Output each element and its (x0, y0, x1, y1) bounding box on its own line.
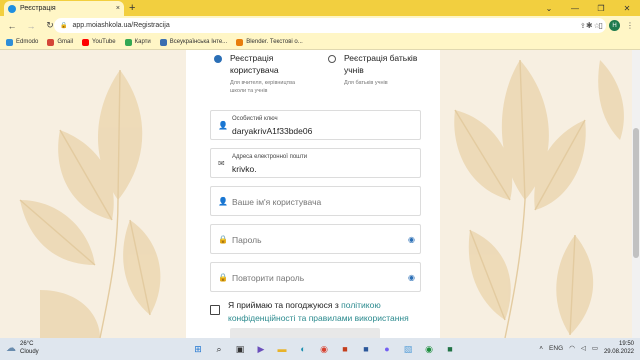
search-icon[interactable]: ⌕ (211, 341, 227, 357)
weather-condition: Cloudy (20, 349, 39, 355)
email-label: Адреса електронної пошти (232, 154, 308, 160)
lock-icon[interactable]: 🔒 (60, 22, 67, 29)
radio-user-label: Реєстрація користувача (230, 53, 279, 75)
excel-icon[interactable]: ■ (442, 341, 458, 357)
registration-form: Реєстрація користувача Для вчителя, кері… (186, 50, 440, 338)
email-value: krivko. (232, 164, 257, 174)
username-placeholder: Ваше ім'я користувача (232, 197, 322, 207)
viber-icon[interactable]: ● (379, 341, 395, 357)
radio-user-registration[interactable]: Реєстрація користувача Для вчителя, кері… (186, 52, 311, 100)
password-placeholder: Пароль (232, 235, 262, 245)
clock-time: 19:50 (618, 341, 634, 347)
password-repeat-input[interactable]: 🔒 Повторити пароль ◉ (210, 262, 421, 292)
bookmark-edmodo[interactable]: Edmodo (6, 38, 38, 46)
powerpoint-icon[interactable]: ■ (337, 341, 353, 357)
word-icon[interactable]: ■ (358, 341, 374, 357)
battery-icon[interactable]: ▭ (592, 344, 598, 352)
tab-search-icon[interactable]: ⌄ (536, 0, 562, 16)
chevron-up-icon[interactable]: ˄ (539, 345, 543, 352)
close-window-button[interactable]: ✕ (614, 0, 640, 16)
windows-start-icon[interactable]: ⊞ (190, 341, 206, 357)
radio-parents-sub: Для батьків учнів (344, 80, 388, 86)
bookmark-youtube[interactable]: YouTube (82, 38, 116, 46)
forward-icon[interactable]: → (24, 19, 38, 33)
clock[interactable]: 19:50 29.08.2022 (604, 340, 634, 356)
envelope-icon: ✉ (218, 159, 225, 168)
language-indicator[interactable]: ENG (549, 345, 563, 352)
bookmarks-bar: Edmodo Gmail YouTube Карти Всеукраїнська… (0, 35, 640, 50)
password-input[interactable]: 🔒 Пароль ◉ (210, 224, 421, 254)
tab-registration[interactable]: Реєстрація × (4, 1, 124, 16)
edge-icon[interactable]: ◐ (295, 341, 311, 357)
sidebar-icon[interactable]: ▯ (599, 21, 603, 30)
weather-temperature: 26°C (20, 341, 34, 347)
radio-parents-registration[interactable]: Реєстрація батьків учнів Для батьків учн… (326, 52, 440, 100)
radio-unselected-icon[interactable] (328, 55, 336, 63)
agree-checkbox[interactable] (210, 305, 220, 315)
personal-key-label: Особистий ключ (232, 116, 278, 122)
edmodo-icon (6, 38, 13, 46)
scrollbar-thumb[interactable] (633, 128, 639, 258)
personal-key-field[interactable]: 👤 Особистий ключ daryakrivA1f33bde06 (210, 110, 421, 140)
chrome-icon[interactable]: ◉ (316, 341, 332, 357)
password-repeat-placeholder: Повторити пароль (232, 273, 305, 283)
photos-icon[interactable]: ▧ (400, 341, 416, 357)
email-field[interactable]: ✉ Адреса електронної пошти krivko. (210, 148, 421, 178)
new-tab-button[interactable]: + (129, 1, 135, 15)
share-icon[interactable]: ⇪ (580, 22, 586, 30)
bookmark-blender[interactable]: Blender. Текстові о... (236, 38, 303, 46)
taskbar-apps: ⊞ ⌕ ▣ ▶ ▬ ◐ ◉ ■ ■ ● ▧ ◉ ■ (190, 341, 458, 357)
back-icon[interactable]: ← (5, 19, 19, 33)
person-icon: 👤 (218, 121, 228, 130)
url-text: app.moiashkola.ua/Registracija (72, 22, 170, 29)
task-view-icon[interactable]: ▣ (232, 341, 248, 357)
agree-statement: Я приймаю та погоджуюся з (228, 300, 339, 310)
agree-text: Я приймаю та погоджуюся з політикою конф… (228, 299, 428, 325)
windows-taskbar: ☁ 26°C Cloudy ⊞ ⌕ ▣ ▶ ▬ ◐ ◉ ■ ■ ● ▧ ◉ ■ … (0, 338, 640, 360)
page-scrollbar[interactable] (632, 50, 640, 338)
address-bar[interactable]: 🔒 app.moiashkola.ua/Registracija ⇪ ☆ (54, 18, 606, 33)
youtube-icon (82, 38, 90, 46)
show-password-eye-icon[interactable]: ◉ (408, 235, 415, 244)
page-viewport: Реєстрація користувача Для вчителя, кері… (0, 50, 632, 338)
bookmark-vseukrainska[interactable]: Всеукраїнська Інте... (159, 38, 227, 46)
tab-strip: Реєстрація × + ⌄ — ❐ ✕ (0, 0, 640, 16)
gmail-icon (47, 38, 55, 46)
volume-icon[interactable]: ◁ (581, 344, 586, 352)
radio-parents-label: Реєстрація батьків учнів (344, 53, 418, 75)
bookmark-site-icon (236, 38, 244, 46)
profile-avatar[interactable]: H (609, 20, 620, 31)
weather-widget[interactable]: ☁ 26°C Cloudy (6, 340, 39, 356)
personal-key-value: daryakrivA1f33bde06 (232, 126, 313, 136)
system-tray: ˄ ENG ◠ ◁ ▭ 19:50 29.08.2022 (539, 340, 634, 356)
site-favicon (8, 4, 16, 13)
clock-date: 29.08.2022 (603, 349, 634, 355)
browser-toolbar: ← → ↻ 🔒 app.moiashkola.ua/Registracija ⇪… (0, 16, 640, 35)
bookmark-maps[interactable]: Карти (124, 38, 151, 46)
bookmark-site-icon (159, 38, 167, 46)
wifi-icon[interactable]: ◠ (569, 344, 575, 352)
tab-close-icon[interactable]: × (116, 5, 120, 12)
bookmark-gmail[interactable]: Gmail (47, 38, 73, 46)
lock-icon: 🔒 (218, 273, 228, 282)
maximize-button[interactable]: ❐ (588, 0, 614, 16)
lock-icon: 🔒 (218, 235, 228, 244)
maps-icon (124, 38, 132, 46)
menu-icon[interactable]: ⋮ (626, 21, 634, 30)
tab-title: Реєстрація (20, 5, 56, 12)
meet-icon[interactable]: ▶ (253, 341, 269, 357)
person-icon: 👤 (218, 197, 228, 206)
submit-button[interactable] (230, 328, 380, 338)
toolbar-actions: ✱ ▯ H ⋮ (586, 18, 634, 33)
show-password-repeat-eye-icon[interactable]: ◉ (408, 273, 415, 282)
file-explorer-icon[interactable]: ▬ (274, 341, 290, 357)
minimize-button[interactable]: — (562, 0, 588, 16)
cloud-icon: ☁ (6, 342, 16, 354)
radio-selected-icon[interactable] (214, 55, 222, 63)
username-input[interactable]: 👤 Ваше ім'я користувача (210, 186, 421, 216)
window-controls: ⌄ — ❐ ✕ (536, 0, 640, 16)
radio-user-sub: Для вчителя, керівництва школи та учнів (230, 80, 296, 94)
extensions-icon[interactable]: ✱ (586, 21, 593, 30)
chrome-active-icon[interactable]: ◉ (421, 341, 437, 357)
